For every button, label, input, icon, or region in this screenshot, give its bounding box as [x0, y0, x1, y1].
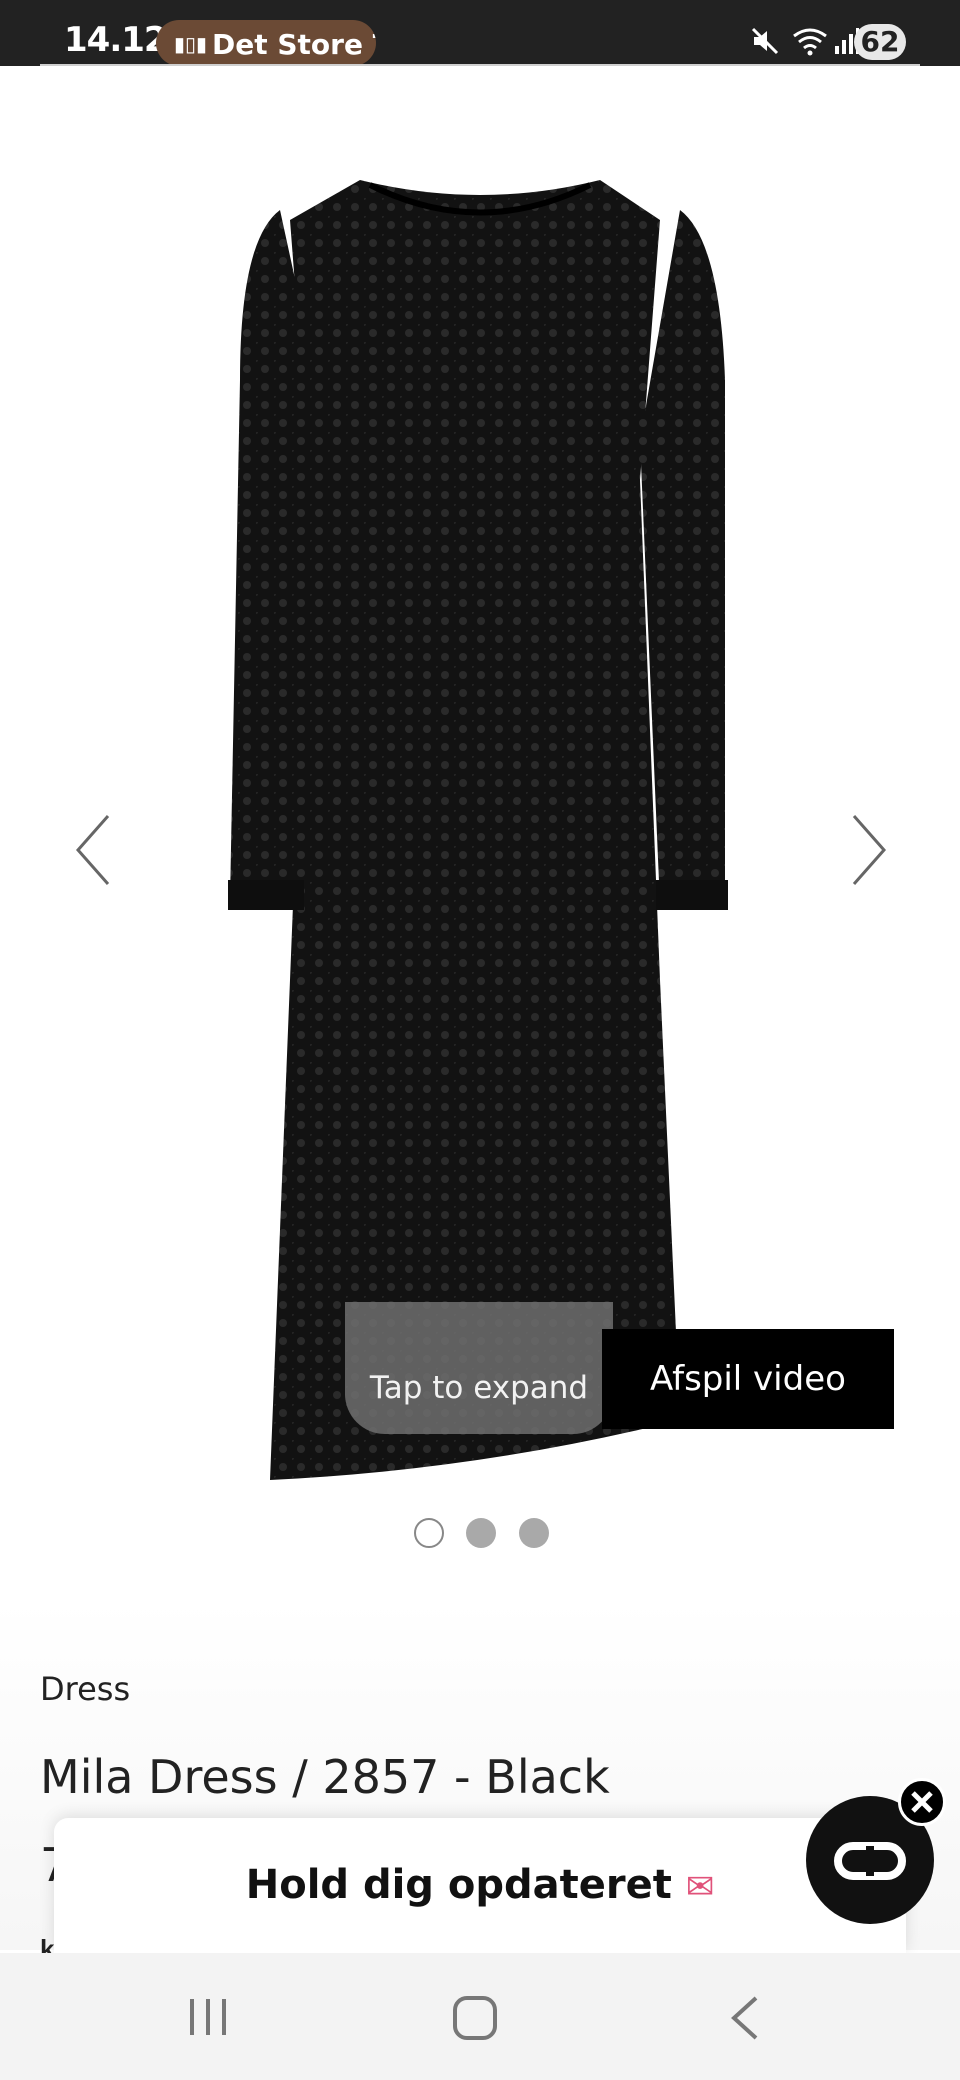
pagination-dot-2[interactable]: [466, 1518, 497, 1548]
status-bar: 14.12 ▮▯▮ Det Store T 62: [0, 0, 960, 66]
love-letter-icon: ✉: [685, 1867, 715, 1907]
chat-close-button[interactable]: [898, 1778, 946, 1826]
system-navigation-bar: [0, 1953, 960, 2080]
next-image-arrow-icon[interactable]: [842, 810, 892, 890]
dress-product-image[interactable]: [220, 180, 740, 1480]
header-divider: [40, 64, 920, 66]
home-icon[interactable]: [452, 1995, 498, 2041]
media-pill[interactable]: ▮▯▮ Det Store T: [156, 20, 376, 66]
mute-icon: [751, 27, 779, 55]
carousel-pagination: [414, 1518, 567, 1548]
media-label: Det Store T: [212, 28, 376, 61]
pagination-dot-1[interactable]: [414, 1518, 444, 1548]
audio-bars-icon: ▮▯▮: [174, 34, 208, 56]
pagination-dot-3[interactable]: [518, 1518, 549, 1548]
recent-apps-icon[interactable]: [186, 1995, 230, 2039]
product-category: Dress: [40, 1670, 131, 1708]
battery-indicator: 62: [854, 24, 906, 60]
newsletter-title: Hold dig opdateret ✉: [54, 1862, 906, 1908]
product-image-carousel[interactable]: [0, 80, 960, 1480]
product-title: Mila Dress / 2857 - Black: [40, 1750, 610, 1804]
back-icon[interactable]: [730, 1995, 760, 2041]
play-video-button[interactable]: Afspil video: [602, 1329, 894, 1429]
newsletter-popup[interactable]: Hold dig opdateret ✉: [54, 1818, 906, 1953]
newsletter-title-text: Hold dig opdateret: [245, 1862, 672, 1908]
previous-image-arrow-icon[interactable]: [70, 810, 120, 890]
wifi-icon: [793, 28, 827, 56]
tap-to-expand-overlay[interactable]: Tap to expand: [345, 1302, 613, 1434]
status-time: 14.12: [64, 20, 168, 60]
close-icon: [911, 1791, 933, 1813]
